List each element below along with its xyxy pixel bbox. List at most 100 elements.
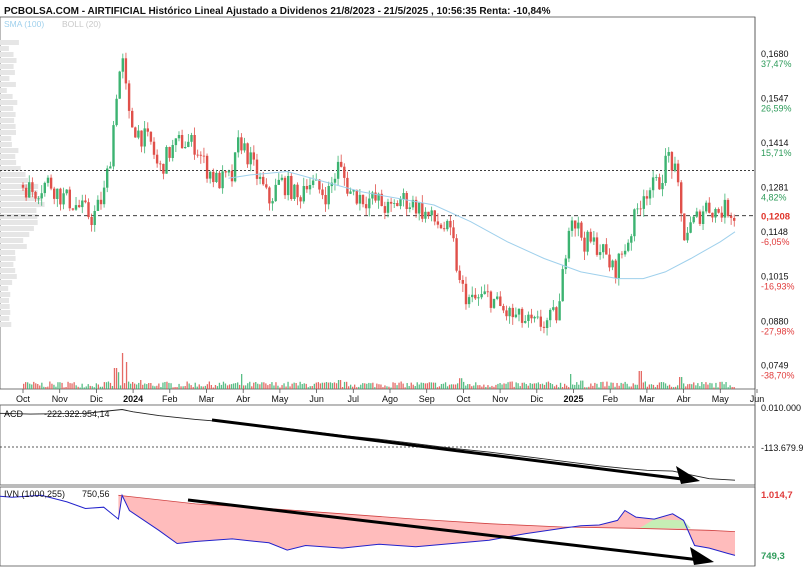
candle-body: [542, 326, 546, 328]
volume-bar: [273, 385, 275, 389]
volume-bar: [691, 384, 693, 389]
candle-body: [243, 143, 246, 151]
volume-bar: [612, 382, 614, 389]
candle-body: [271, 201, 274, 204]
volume-profile-bar: [0, 70, 15, 75]
volume-bar: [677, 385, 679, 389]
volume-bar: [99, 386, 101, 389]
volume-bar: [87, 384, 89, 389]
volume-bar: [687, 384, 689, 389]
volume-bar: [553, 386, 556, 389]
candle-body: [430, 210, 433, 216]
candle-body: [84, 200, 87, 203]
candle-body: [605, 244, 608, 255]
volume-profile-bar: [0, 298, 9, 303]
percent-tick-label: -38,70%: [761, 370, 795, 380]
candle-body: [442, 228, 446, 230]
candle-body: [583, 237, 586, 252]
volume-bar: [412, 384, 414, 389]
volume-bar: [523, 382, 525, 389]
volume-bar: [172, 387, 174, 389]
volume-profile-bar: [0, 280, 13, 285]
volume-bar: [352, 386, 354, 389]
acd-trend-arrow-shaft: [211, 418, 691, 482]
candle-body: [196, 154, 199, 156]
candle-body: [527, 314, 530, 321]
candle-body: [393, 203, 396, 204]
volume-bar: [432, 382, 435, 389]
volume-bar: [366, 383, 368, 389]
volume-bar: [283, 383, 285, 389]
volume-bar: [61, 382, 63, 389]
volume-bar: [529, 383, 531, 389]
volume-bar: [174, 387, 176, 389]
candle-body: [402, 193, 405, 200]
candle-body: [536, 316, 539, 318]
volume-bar: [204, 385, 206, 389]
candle-body: [346, 177, 349, 194]
volume-bar: [253, 382, 255, 389]
candle-body: [24, 187, 28, 198]
volume-bar: [547, 381, 550, 389]
volume-bar: [600, 382, 602, 389]
volume-bar: [531, 383, 533, 389]
candles: [21, 52, 736, 336]
candle-body: [215, 172, 218, 182]
volume-bar: [711, 383, 713, 389]
volume-bar: [142, 384, 144, 389]
volume-bar: [245, 385, 247, 389]
volume-bar: [146, 384, 148, 389]
volume-bar: [210, 385, 212, 389]
candle-body: [611, 260, 614, 268]
volume-bar: [513, 386, 515, 389]
candle-body: [636, 208, 639, 210]
candle-body: [37, 198, 40, 200]
candle-body: [555, 307, 558, 321]
candle-body: [680, 182, 683, 214]
volume-bar: [376, 383, 378, 389]
volume-profile-bar: [0, 214, 38, 219]
volume-bar: [715, 382, 717, 389]
volume-bar: [148, 383, 150, 389]
candle-body: [633, 209, 636, 237]
volume-bar: [499, 383, 501, 389]
volume-bar: [723, 384, 725, 389]
volume-bar: [111, 386, 114, 389]
candle-body: [421, 202, 424, 219]
candle-body: [96, 199, 100, 211]
volume-bar: [329, 382, 332, 389]
candle-body: [558, 301, 561, 321]
candle-body: [265, 184, 268, 188]
candle-body: [184, 147, 187, 149]
candle-body: [399, 199, 402, 207]
volume-bar: [333, 382, 336, 389]
volume-bar: [202, 386, 204, 389]
candle-body: [474, 294, 477, 299]
candle-body: [467, 297, 471, 305]
volume-bar: [386, 386, 388, 389]
volume-profile-bar: [0, 64, 14, 69]
candle-body: [280, 177, 284, 180]
candle-body: [246, 143, 249, 165]
time-tick-label: 2025: [563, 394, 583, 404]
volume-bar: [693, 382, 695, 389]
candle-body: [517, 308, 521, 315]
volume-bar: [497, 383, 499, 389]
volume-bar: [170, 383, 172, 389]
volume-bar: [618, 385, 620, 389]
volume-bar: [438, 386, 441, 389]
volume-bar: [49, 381, 51, 389]
volume-bar: [289, 386, 291, 389]
volume-bar: [608, 385, 610, 389]
volume-bar: [277, 385, 279, 389]
candle-body: [152, 141, 156, 155]
volume-bar: [243, 385, 245, 389]
candle-body: [595, 237, 599, 255]
volume-bar: [263, 382, 265, 389]
volume-bar: [71, 383, 73, 389]
candle-body: [368, 198, 371, 209]
ivn-bottom-label: 749,3: [761, 551, 785, 562]
volume-bar: [681, 377, 683, 389]
price-tick-label: 0,1015: [761, 271, 789, 281]
volume-bar: [190, 385, 192, 389]
